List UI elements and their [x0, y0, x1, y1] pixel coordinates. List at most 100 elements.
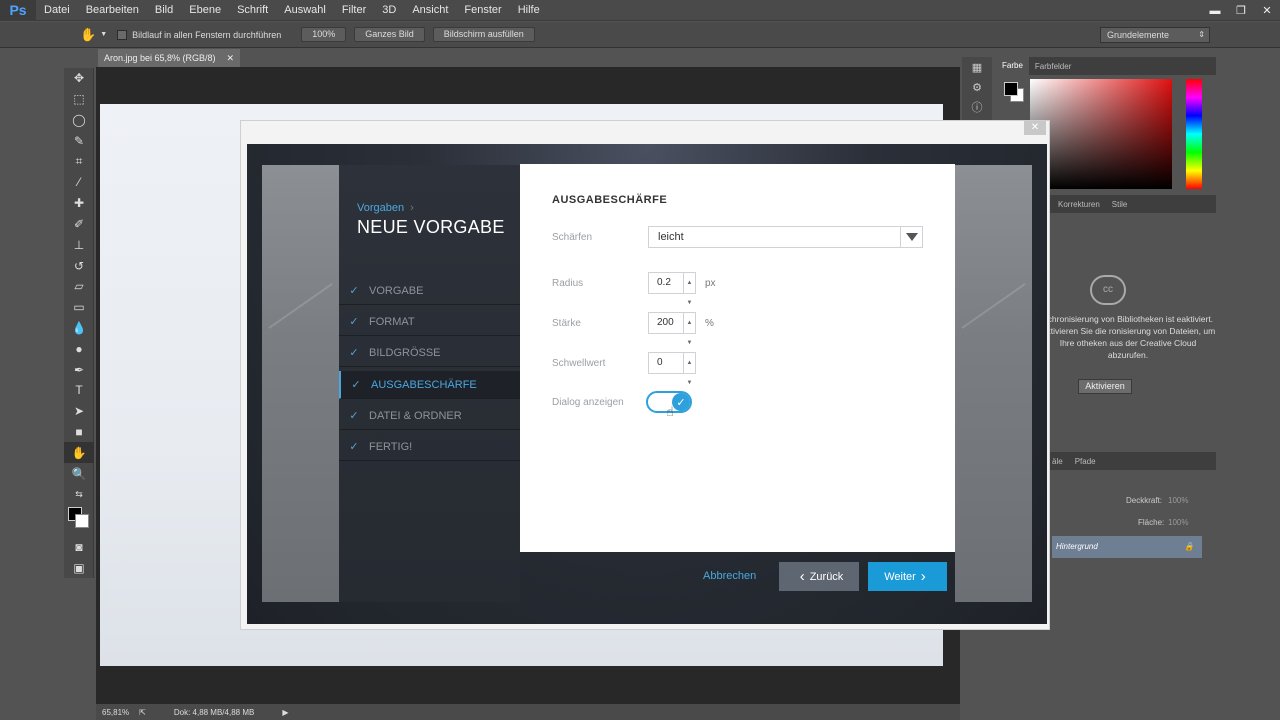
step-label: FERTIG! — [369, 440, 413, 453]
tab-stile[interactable]: Stile — [1106, 200, 1134, 209]
path-select-tool-icon[interactable]: ➤ — [64, 401, 94, 422]
breadcrumb-vorgaben[interactable]: Vorgaben — [357, 202, 404, 214]
next-button[interactable]: Weiter › — [868, 562, 947, 591]
export-icon[interactable]: ⇱ — [139, 708, 146, 717]
gradient-tool-icon[interactable]: ▭ — [64, 297, 94, 318]
spin-buttons[interactable]: ▲ ▼ — [683, 273, 695, 306]
tools-panel: ✥ ⬚ ◯ ✎ ⌗ ⁄ ✚ ✐ ⊥ ↺ ▱ ▭ 💧 ● ✒ T ➤ ■ ✋ 🔍 … — [64, 68, 94, 578]
radius-value: 0.2 — [657, 277, 671, 288]
next-label: Weiter — [884, 570, 916, 583]
document-tab[interactable]: Aron.jpg bei 65,8% (RGB/8) ✕ — [98, 49, 240, 67]
status-menu-arrow-icon[interactable]: ▶ — [282, 708, 288, 717]
sharpen-select[interactable]: leicht — [648, 226, 923, 248]
zoom-readout[interactable]: 65,81% — [102, 708, 129, 717]
eraser-tool-icon[interactable]: ▱ — [64, 276, 94, 297]
lock-icon: 🔒 — [1184, 542, 1194, 551]
tab-farbfelder[interactable]: Farbfelder — [1029, 62, 1077, 71]
brush-tool-icon[interactable]: ✐ — [64, 214, 94, 235]
menu-bild[interactable]: Bild — [147, 0, 181, 21]
radius-unit: px — [705, 278, 716, 289]
threshold-stepper[interactable]: 0 ▲ ▼ — [648, 352, 696, 386]
fill-value[interactable]: 100% — [1168, 518, 1188, 527]
menu-filter[interactable]: Filter — [334, 0, 374, 21]
step-bildgroesse[interactable]: ✓ BILDGRÖSSE — [339, 339, 520, 367]
marquee-tool-icon[interactable]: ⬚ — [64, 89, 94, 110]
amount-stepper[interactable]: 200 ▲ ▼ — [648, 312, 696, 346]
menu-3d[interactable]: 3D — [374, 0, 404, 21]
pen-tool-icon[interactable]: ✒ — [64, 359, 94, 380]
chevron-right-icon: › — [920, 568, 926, 585]
menu-schrift[interactable]: Schrift — [229, 0, 276, 21]
window-controls: ▬ ❐ ✕ — [1202, 0, 1280, 21]
tab-korrekturen[interactable]: Korrekturen — [1052, 200, 1106, 209]
lasso-tool-icon[interactable]: ◯ — [64, 110, 94, 131]
type-tool-icon[interactable]: T — [64, 380, 94, 401]
move-tool-icon[interactable]: ✥ — [64, 68, 94, 89]
fill-screen-button[interactable]: Bildschirm ausfüllen — [432, 27, 535, 42]
dropdown-arrow-icon[interactable] — [900, 227, 922, 247]
eyedropper-tool-icon[interactable]: ⁄ — [64, 172, 94, 193]
quick-mask-icon[interactable]: ◙ — [64, 537, 94, 558]
quick-select-tool-icon[interactable]: ✎ — [64, 130, 94, 151]
blur-tool-icon[interactable]: 💧 — [64, 318, 94, 339]
dialog-close-icon[interactable]: ✕ — [1024, 121, 1046, 135]
menu-datei[interactable]: Datei — [36, 0, 78, 21]
menu-fenster[interactable]: Fenster — [456, 0, 509, 21]
hand-tool-active-icon[interactable]: ✋ — [64, 442, 94, 464]
hand-tool-icon[interactable]: ✋ — [80, 27, 96, 43]
options-bar: ✋ ▼ Bildlauf in allen Fenstern durchführ… — [0, 22, 1280, 48]
dodge-tool-icon[interactable]: ● — [64, 338, 94, 359]
activate-button[interactable]: Aktivieren — [1078, 379, 1132, 394]
step-datei-ordner[interactable]: ✓ DATEI & ORDNER — [339, 402, 520, 430]
scroll-all-label: Bildlauf in allen Fenstern durchführen — [132, 29, 282, 40]
tab-farbe[interactable]: Farbe — [996, 57, 1029, 75]
menu-bearbeiten[interactable]: Bearbeiten — [78, 0, 147, 21]
hue-slider[interactable] — [1186, 79, 1202, 189]
zoom-tool-icon[interactable]: 🔍 — [64, 463, 94, 484]
opacity-value[interactable]: 100% — [1168, 496, 1188, 505]
swap-colors-icon[interactable]: ⇆ — [64, 484, 94, 505]
history-panel-icon[interactable]: ▦ — [962, 57, 992, 77]
fit-screen-button[interactable]: Ganzes Bild — [354, 27, 425, 42]
close-window-icon[interactable]: ✕ — [1254, 0, 1280, 21]
layer-row-hintergrund[interactable]: Hintergrund 🔒 — [1052, 536, 1202, 558]
sharpen-value: leicht — [658, 231, 684, 243]
foreground-color-swatch[interactable] — [1004, 82, 1018, 96]
menu-hilfe[interactable]: Hilfe — [510, 0, 548, 21]
step-vorgabe[interactable]: ✓ VORGABE — [339, 277, 520, 305]
minimize-icon[interactable]: ▬ — [1202, 0, 1228, 21]
amount-unit: % — [705, 318, 714, 329]
step-ausgabeschaerfe[interactable]: ✓ AUSGABESCHÄRFE — [339, 371, 520, 399]
history-brush-tool-icon[interactable]: ↺ — [64, 255, 94, 276]
spin-buttons[interactable]: ▲ ▼ — [683, 353, 695, 386]
color-picker-field[interactable] — [1030, 79, 1172, 189]
restore-icon[interactable]: ❐ — [1228, 0, 1254, 21]
cancel-link[interactable]: Abbrechen — [703, 570, 756, 582]
properties-panel-icon[interactable]: ⚙ — [962, 77, 992, 97]
step-fertig[interactable]: ✓ FERTIG! — [339, 433, 520, 461]
close-tab-icon[interactable]: ✕ — [226, 49, 234, 67]
zoom-100-button[interactable]: 100% — [301, 27, 347, 42]
stamp-tool-icon[interactable]: ⊥ — [64, 234, 94, 255]
scroll-all-checkbox[interactable] — [117, 29, 128, 40]
back-button[interactable]: ‹ Zurück — [779, 562, 859, 591]
menu-ansicht[interactable]: Ansicht — [404, 0, 456, 21]
foreground-background-colors[interactable] — [64, 505, 94, 537]
screen-mode-icon[interactable]: ▣ — [64, 558, 94, 579]
menu-auswahl[interactable]: Auswahl — [276, 0, 334, 21]
breadcrumb[interactable]: Vorgaben › — [357, 202, 414, 214]
spin-buttons[interactable]: ▲ ▼ — [683, 313, 695, 346]
menu-ebene[interactable]: Ebene — [181, 0, 229, 21]
menu-bar: Ps Datei Bearbeiten Bild Ebene Schrift A… — [0, 0, 1280, 21]
threshold-label: Schwellwert — [552, 358, 606, 369]
crop-tool-icon[interactable]: ⌗ — [64, 151, 94, 172]
radius-stepper[interactable]: 0.2 ▲ ▼ — [648, 272, 696, 306]
workspace-select[interactable]: Grundelemente ⇕ — [1100, 27, 1210, 43]
step-format[interactable]: ✓ FORMAT — [339, 308, 520, 336]
rectangle-tool-icon[interactable]: ■ — [64, 422, 94, 443]
tool-preset-arrow-icon[interactable]: ▼ — [100, 31, 107, 38]
left-background-photo — [262, 165, 339, 602]
info-panel-icon[interactable]: ⓘ — [962, 97, 992, 117]
healing-brush-tool-icon[interactable]: ✚ — [64, 193, 94, 214]
tab-pfade[interactable]: Pfade — [1069, 457, 1102, 466]
